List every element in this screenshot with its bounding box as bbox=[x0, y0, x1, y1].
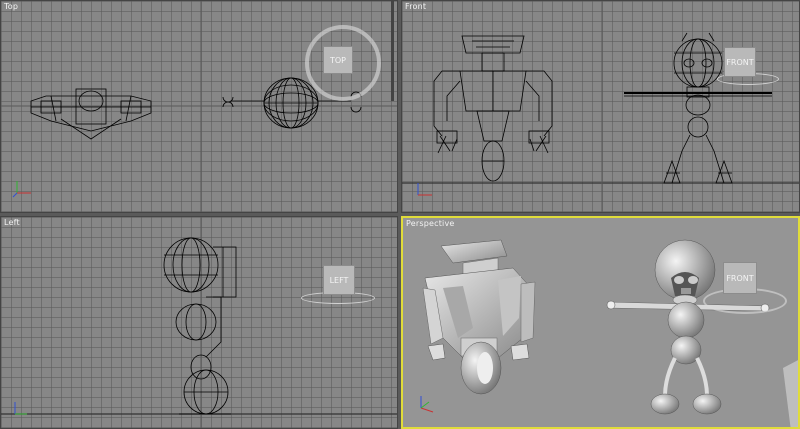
viewport-top[interactable]: Top TOP bbox=[0, 0, 398, 213]
viewport-left[interactable]: Left LEFT bbox=[0, 216, 398, 429]
scrollbar-top[interactable] bbox=[1, 1, 398, 213]
axis-tripod-front bbox=[417, 183, 432, 196]
axis-tripod-perspective bbox=[420, 396, 434, 413]
viewport-front[interactable]: Front FRONT bbox=[401, 0, 800, 213]
axis-tripod-left bbox=[14, 402, 27, 415]
viewport-perspective[interactable]: Perspective FRONT bbox=[401, 216, 800, 429]
